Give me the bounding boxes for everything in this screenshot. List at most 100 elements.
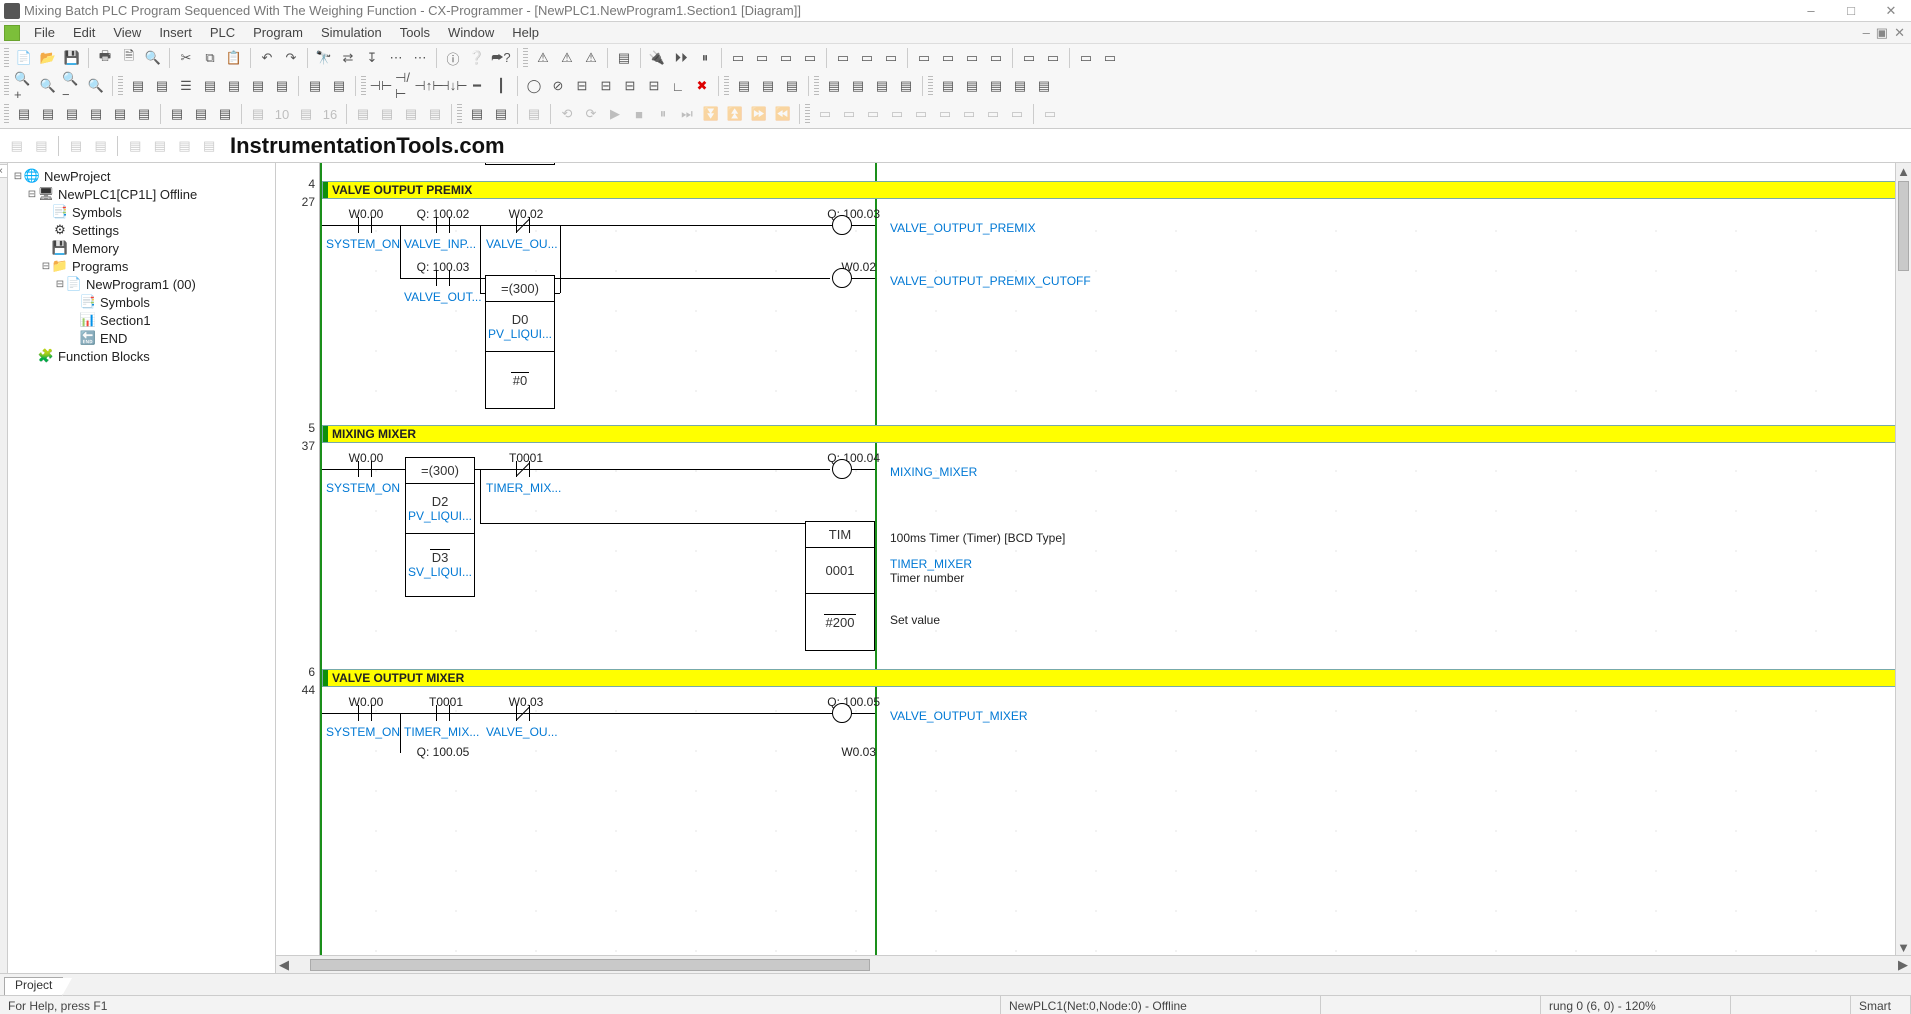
save-icon[interactable]: 💾 — [61, 47, 83, 69]
toolbar-icon[interactable]: ▭ — [1075, 47, 1097, 69]
cut-icon[interactable]: ✂ — [175, 47, 197, 69]
toolbar-icon[interactable]: ▭ — [751, 47, 773, 69]
tree-function-blocks[interactable]: 🧩Function Blocks — [12, 347, 275, 365]
ladder-compare-box[interactable]: =(300) D0 PV_LIQUI... #0 — [485, 275, 555, 409]
ladder-coil[interactable] — [832, 703, 852, 723]
mdi-close-icon[interactable]: ✕ — [1894, 25, 1905, 41]
scroll-up-icon[interactable]: ▲ — [1896, 163, 1911, 179]
ladder-contact-no[interactable] — [352, 217, 378, 233]
ladder-coil[interactable] — [832, 459, 852, 479]
toolbar-icon[interactable]: ⋯ — [385, 47, 407, 69]
toolbar-grip[interactable] — [814, 76, 819, 96]
contact-p-icon[interactable]: ⊣↑⊢ — [418, 75, 440, 97]
toolbar-icon[interactable]: ▤ — [166, 103, 188, 125]
scroll-left-icon[interactable]: ◀ — [276, 957, 292, 973]
ladder-contact-nc[interactable] — [510, 705, 536, 721]
toolbar-icon[interactable]: ▤ — [151, 75, 173, 97]
project-tab[interactable]: Project — [4, 977, 63, 995]
ladder-timer-box[interactable]: TIM 0001 #200 — [805, 521, 875, 651]
toolbar-icon[interactable]: ⊟ — [595, 75, 617, 97]
tree-symbols[interactable]: 📑Symbols — [12, 203, 275, 221]
tree-program[interactable]: ⊟📄NewProgram1 (00) — [12, 275, 275, 293]
menu-insert[interactable]: Insert — [151, 23, 200, 42]
toolbar-icon[interactable]: ▤ — [85, 103, 107, 125]
zoom-icon[interactable]: 🔍 — [85, 75, 107, 97]
redo-icon[interactable]: ↷ — [280, 47, 302, 69]
toolbar-grip[interactable] — [361, 76, 366, 96]
zoom-in-icon[interactable]: 🔍+ — [13, 75, 35, 97]
toolbar-icon[interactable]: ▤ — [895, 75, 917, 97]
toolbar-icon[interactable]: ▤ — [271, 75, 293, 97]
toolbar-icon[interactable]: ▤ — [757, 75, 779, 97]
vertical-scrollbar[interactable]: ▲ ▼ — [1895, 163, 1911, 955]
menu-edit[interactable]: Edit — [65, 23, 103, 42]
toolbar-icon[interactable]: ▭ — [727, 47, 749, 69]
replace-icon[interactable]: ⇄ — [337, 47, 359, 69]
toolbar-icon[interactable]: ▭ — [1099, 47, 1121, 69]
toolbar-icon[interactable]: ⏵⏵ — [670, 47, 692, 69]
ladder-contact-no[interactable] — [430, 270, 456, 286]
ladder-contact-no[interactable] — [430, 217, 456, 233]
toolbar-icon[interactable]: ▤ — [871, 75, 893, 97]
ladder-compare-box[interactable]: =(300) D2 PV_LIQUI... D3 SV_LIQUI... — [405, 457, 475, 597]
menu-simulation[interactable]: Simulation — [313, 23, 390, 42]
toolbar-grip[interactable] — [4, 76, 9, 96]
toolbar-icon[interactable]: ▤ — [1033, 75, 1055, 97]
toolbar-icon[interactable]: ▭ — [913, 47, 935, 69]
print-preview-icon[interactable]: 🗎 — [118, 47, 140, 69]
binoculars-icon[interactable]: 🔭 — [313, 47, 335, 69]
ladder-coil[interactable] — [832, 268, 852, 288]
tree-section1[interactable]: 📊Section1 — [12, 311, 275, 329]
toolbar-icon[interactable]: ∟ — [667, 75, 689, 97]
mdi-minimize-icon[interactable]: – — [1863, 25, 1870, 40]
toolbar-grip[interactable] — [118, 76, 123, 96]
toolbar-icon[interactable]: ▤ — [961, 75, 983, 97]
ladder-coil[interactable] — [832, 215, 852, 235]
contact-n-icon[interactable]: ⊣↓⊢ — [442, 75, 464, 97]
toolbar-icon[interactable]: ▭ — [1042, 47, 1064, 69]
toolbar-icon[interactable]: ▭ — [775, 47, 797, 69]
zoom-out-icon[interactable]: 🔍− — [61, 75, 83, 97]
toolbar-icon[interactable]: ⊟ — [619, 75, 641, 97]
toolbar-icon[interactable]: ▭ — [856, 47, 878, 69]
toolbar-icon[interactable]: ⊟ — [643, 75, 665, 97]
warning-icon[interactable]: ⚠ — [532, 47, 554, 69]
rung-header[interactable]: VALVE OUTPUT PREMIX — [322, 181, 1911, 199]
toolbar-icon[interactable]: ▤ — [127, 75, 149, 97]
toolbar-icon[interactable]: ▤ — [823, 75, 845, 97]
contact-no-icon[interactable]: ⊣⊢ — [370, 75, 392, 97]
ladder-diagram-viewport[interactable]: 4 27 5 37 6 44 VALVE OUTPUT PREMIX — [276, 163, 1911, 955]
toolbar-grip[interactable] — [928, 76, 933, 96]
paste-icon[interactable]: 📋 — [223, 47, 245, 69]
sidebar-close-icon[interactable]: × — [0, 164, 8, 178]
toolbar-icon[interactable]: ▤ — [328, 75, 350, 97]
toolbar-icon[interactable]: ⊟ — [571, 75, 593, 97]
toolbar-icon[interactable]: ▭ — [799, 47, 821, 69]
toolbar-icon[interactable]: ▤ — [985, 75, 1007, 97]
toolbar-icon[interactable]: ▤ — [247, 75, 269, 97]
toolbar-icon[interactable]: ▤ — [781, 75, 803, 97]
toolbar-icon[interactable]: ▤ — [733, 75, 755, 97]
undo-icon[interactable]: ↶ — [256, 47, 278, 69]
line-h-icon[interactable]: ━ — [466, 75, 488, 97]
menu-view[interactable]: View — [105, 23, 149, 42]
toolbar-icon[interactable]: ▤ — [613, 47, 635, 69]
project-tree[interactable]: ⊟🌐NewProject ⊟🖥NewPLC1[CP1L] Offline 📑Sy… — [8, 163, 276, 973]
toolbar-icon[interactable]: ▤ — [61, 103, 83, 125]
scroll-down-icon[interactable]: ▼ — [1896, 939, 1911, 955]
toolbar-icon[interactable]: ▤ — [199, 75, 221, 97]
toolbar-icon[interactable]: ⚠ — [556, 47, 578, 69]
toolbar-icon[interactable]: ▤ — [223, 75, 245, 97]
toolbar-icon[interactable]: ▤ — [937, 75, 959, 97]
info-icon[interactable]: ⓘ — [442, 47, 464, 69]
toolbar-icon[interactable]: ▭ — [880, 47, 902, 69]
ladder-contact-no[interactable] — [430, 705, 456, 721]
copy-icon[interactable]: ⧉ — [199, 47, 221, 69]
pause-icon[interactable]: ⏸ — [694, 47, 716, 69]
toolbar-grip[interactable] — [523, 48, 528, 68]
tree-settings[interactable]: ⚙Settings — [12, 221, 275, 239]
line-v-icon[interactable]: ┃ — [490, 75, 512, 97]
tree-root[interactable]: ⊟🌐NewProject — [12, 167, 275, 185]
toolbar-icon[interactable]: ☰ — [175, 75, 197, 97]
contact-nc-icon[interactable]: ⊣/⊢ — [394, 75, 416, 97]
